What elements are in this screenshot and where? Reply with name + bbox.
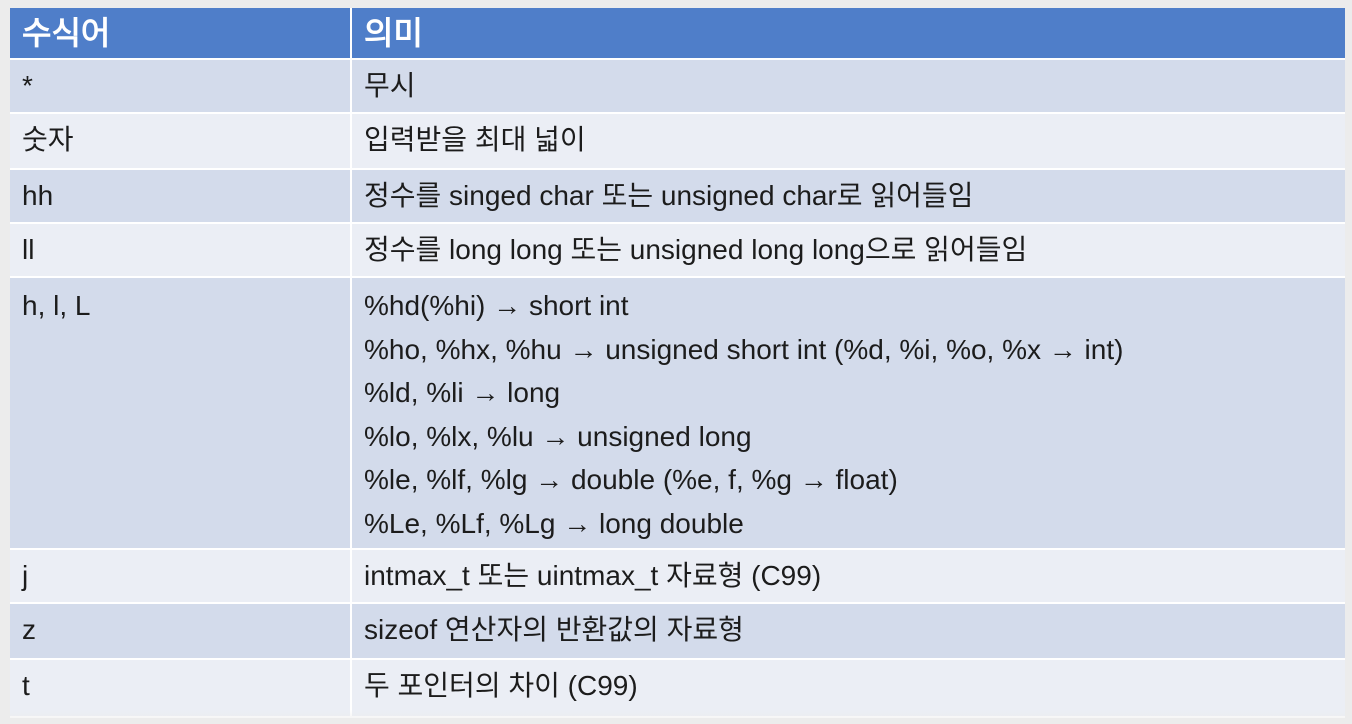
format-modifier-table: 수식어 의미 * 무시 숫자 입력받을 최대 넓이 hh 정수를 singed … (10, 8, 1345, 718)
modifier-cell: j (10, 550, 352, 604)
meaning-line: %le, %lf, %lg → double (%e, f, %g → floa… (364, 464, 898, 495)
meaning-line: %ld, %li → long (364, 377, 561, 408)
meaning-line: %Le, %Lf, %Lg → long double (364, 507, 744, 539)
meaning-line: %lo, %lx, %lu → unsigned long (364, 420, 752, 452)
meaning-line: 정수를 singed char 또는 unsigned char로 읽어들임 (364, 180, 974, 211)
modifier-cell: * (10, 60, 352, 114)
table-row: j intmax_t 또는 uintmax_t 자료형 (C99) (10, 550, 1345, 604)
table-row: h, l, L %hd(%hi) → short int %ho, %hx, %… (10, 278, 1345, 550)
meaning-cell: 입력받을 최대 넓이 (352, 114, 1345, 170)
meaning-cell: 정수를 singed char 또는 unsigned char로 읽어들임 (352, 170, 1345, 224)
modifier-cell: 숫자 (10, 114, 352, 170)
modifier-cell: t (10, 660, 352, 718)
table-row: z sizeof 연산자의 반환값의 자료형 (10, 604, 1345, 660)
table-row: hh 정수를 singed char 또는 unsigned char로 읽어들… (10, 170, 1345, 224)
meaning-cell: 무시 (352, 60, 1345, 114)
table-row: * 무시 (10, 60, 1345, 114)
meaning-line: 정수를 long long 또는 unsigned long long으로 읽어… (364, 234, 1028, 265)
table-row: 숫자 입력받을 최대 넓이 (10, 114, 1345, 170)
modifier-cell: hh (10, 170, 352, 224)
meaning-cell: sizeof 연산자의 반환값의 자료형 (352, 604, 1345, 660)
meaning-cell: %hd(%hi) → short int %ho, %hx, %hu → uns… (352, 278, 1345, 550)
table-header-row: 수식어 의미 (10, 8, 1345, 60)
meaning-line: sizeof 연산자의 반환값의 자료형 (364, 614, 744, 645)
modifier-cell: z (10, 604, 352, 660)
table-row: t 두 포인터의 차이 (C99) (10, 660, 1345, 718)
meaning-cell: 정수를 long long 또는 unsigned long long으로 읽어… (352, 224, 1345, 278)
meaning-line: 입력받을 최대 넓이 (364, 124, 586, 155)
meaning-line: %hd(%hi) → short int (364, 290, 629, 321)
modifier-cell: h, l, L (10, 278, 352, 550)
table-row: ll 정수를 long long 또는 unsigned long long으로… (10, 224, 1345, 278)
modifier-table-container: 수식어 의미 * 무시 숫자 입력받을 최대 넓이 hh 정수를 singed … (10, 8, 1345, 720)
meaning-line: intmax_t 또는 uintmax_t 자료형 (C99) (364, 560, 822, 591)
meaning-cell: 두 포인터의 차이 (C99) (352, 660, 1345, 718)
modifier-cell: ll (10, 224, 352, 278)
column-header-modifier: 수식어 (10, 8, 352, 60)
meaning-cell: intmax_t 또는 uintmax_t 자료형 (C99) (352, 550, 1345, 604)
column-header-meaning: 의미 (352, 8, 1345, 60)
meaning-line: 무시 (364, 70, 416, 101)
meaning-line: 두 포인터의 차이 (C99) (364, 670, 638, 701)
meaning-line: %ho, %hx, %hu → unsigned short int (%d, … (364, 333, 1124, 365)
